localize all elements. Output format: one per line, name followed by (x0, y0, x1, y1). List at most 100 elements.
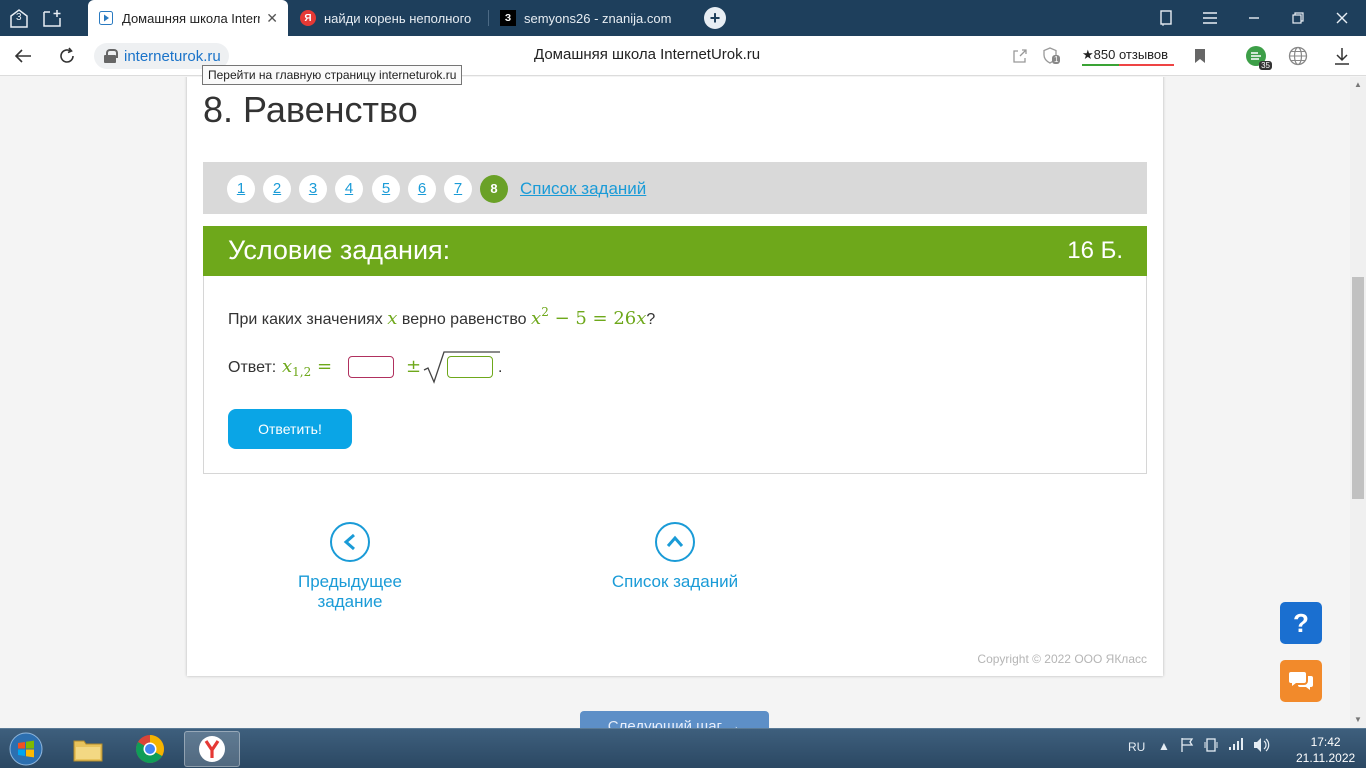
scroll-up-icon[interactable]: ▲ (1350, 77, 1366, 93)
device-icon[interactable] (1204, 737, 1218, 756)
task-question: При каких значениях x верно равенство x2… (228, 305, 656, 329)
windows-taskbar: RU ▲ 17:42 21.11.2022 (0, 728, 1366, 768)
tray-expand-icon[interactable]: ▲ (1158, 739, 1170, 753)
download-icon (1335, 48, 1349, 65)
tab-manager-button[interactable] (1144, 0, 1188, 36)
answer-input-2[interactable] (447, 356, 493, 378)
tab-interneturok[interactable]: Домашняя школа Interr ✕ (88, 0, 288, 36)
language-indicator[interactable]: RU (1128, 740, 1145, 754)
task-list-link[interactable]: Список заданий (520, 179, 646, 199)
task-box: Условие задания: 16 Б. При каких значени… (203, 226, 1147, 474)
answer-input-1[interactable] (348, 356, 394, 378)
yandex-browser-icon (199, 736, 225, 762)
system-clock[interactable]: 17:42 21.11.2022 (1296, 734, 1355, 766)
tab-znanija[interactable]: З semyons26 - znanija.com (490, 0, 690, 36)
close-tab-icon[interactable]: ✕ (266, 10, 278, 27)
chevron-left-icon (330, 522, 370, 562)
bookmark-button[interactable] (1194, 46, 1206, 66)
menu-button[interactable] (1188, 0, 1232, 36)
help-button[interactable]: ? (1280, 602, 1322, 644)
submit-answer-button[interactable]: Ответить! (228, 409, 352, 449)
task-card: 8. Равенство 1 2 3 4 5 6 7 8 Список зада… (187, 77, 1163, 676)
tab-title: найди корень неполного (324, 10, 472, 26)
clock-time: 17:42 (1310, 735, 1341, 749)
restore-icon (1292, 12, 1304, 24)
hamburger-icon (1203, 12, 1217, 24)
tab-title: Домашняя школа Interr (122, 10, 261, 26)
previous-task-link[interactable]: Предыдущее задание (265, 522, 435, 612)
tab-separator (488, 10, 489, 26)
task-points: 16 Б. (1067, 237, 1123, 264)
question-text-mid: верно равенство (401, 311, 527, 328)
page-scrollbar[interactable]: ▲ ▼ (1350, 77, 1366, 728)
shield-badge: 1 (1052, 55, 1061, 64)
clock-date: 21.11.2022 (1296, 751, 1356, 765)
taskbar-chrome[interactable] (122, 731, 178, 767)
scrollbar-thumb[interactable] (1352, 277, 1364, 499)
yandex-icon: Я (300, 10, 316, 26)
pager-item-1[interactable]: 1 (227, 175, 255, 203)
downloads-button[interactable] (1330, 44, 1354, 68)
tab-counter-button[interactable]: 3 (6, 6, 32, 30)
network-icon[interactable] (1228, 737, 1244, 754)
pager-item-7[interactable]: 7 (444, 175, 472, 203)
bookmark-icon (1195, 49, 1205, 63)
reviews-text: ★850 отзывов (1082, 47, 1169, 62)
task-header: Условие задания: 16 Б. (203, 226, 1147, 276)
extension-button[interactable]: 35 (1244, 44, 1272, 70)
chat-button[interactable] (1280, 660, 1322, 702)
task-list-nav-link[interactable]: Список заданий (605, 522, 745, 592)
windows-logo-icon (9, 732, 43, 766)
restore-button[interactable] (1276, 0, 1320, 36)
taskbar-yandex-browser[interactable] (184, 731, 240, 767)
question-variable: x (387, 308, 398, 329)
copyright: Copyright © 2022 ООО ЯКласс (977, 652, 1147, 666)
reload-button[interactable] (54, 44, 80, 68)
vpn-button[interactable] (1286, 44, 1310, 68)
folder-icon (73, 740, 103, 762)
new-folder-button[interactable] (40, 6, 66, 30)
question-text: При каких значениях (228, 311, 383, 328)
extension-icon: 35 (1246, 46, 1272, 70)
next-step-button[interactable]: Следующий шаг → (580, 711, 769, 728)
minimize-icon (1249, 17, 1259, 19)
pager-item-3[interactable]: 3 (299, 175, 327, 203)
pager-item-5[interactable]: 5 (372, 175, 400, 203)
pager-item-2[interactable]: 2 (263, 175, 291, 203)
page-viewport: 8. Равенство 1 2 3 4 5 6 7 8 Список зада… (0, 77, 1350, 728)
share-icon[interactable] (1012, 46, 1028, 66)
chevron-up-icon (655, 522, 695, 562)
domain-text: interneturok.ru (124, 47, 221, 65)
tab-yandex[interactable]: Я найди корень неполного (290, 0, 486, 36)
lock-icon (104, 49, 118, 63)
action-center-icon[interactable] (1180, 737, 1194, 756)
domain-tooltip: Перейти на главную страницу interneturok… (202, 65, 463, 85)
equation: x2 − 5 = 26x (531, 305, 647, 329)
pager-item-6[interactable]: 6 (408, 175, 436, 203)
znanija-icon: З (500, 10, 516, 26)
reload-icon (60, 47, 74, 63)
close-window-button[interactable] (1320, 0, 1364, 36)
pager-item-4[interactable]: 4 (335, 175, 363, 203)
back-button[interactable] (10, 44, 36, 68)
start-button[interactable] (6, 731, 46, 767)
tab-title: semyons26 - znanija.com (524, 10, 672, 26)
plus-minus-sign: ± (406, 356, 422, 377)
reviews-underline (1082, 64, 1174, 66)
volume-icon[interactable] (1252, 737, 1270, 756)
new-tab-button[interactable]: + (704, 7, 726, 29)
tab-counter: 3 (16, 12, 22, 23)
task-pager: 1 2 3 4 5 6 7 8 Список заданий (203, 162, 1147, 214)
task-list-label: Список заданий (611, 572, 739, 591)
pager-item-8-current[interactable]: 8 (480, 175, 508, 203)
bookmark-add-icon (43, 10, 61, 27)
close-icon (1336, 12, 1348, 24)
scroll-down-icon[interactable]: ▼ (1350, 712, 1366, 728)
taskbar-explorer[interactable] (60, 731, 116, 767)
minimize-button[interactable] (1232, 0, 1276, 36)
reviews-link[interactable]: ★850 отзывов (1082, 45, 1174, 67)
protect-button[interactable]: 1 (1042, 46, 1061, 66)
answer-dot: . (498, 359, 503, 376)
previous-task-label: Предыдущее задание (297, 572, 403, 611)
answer-variable: x1,2 = (282, 356, 333, 379)
